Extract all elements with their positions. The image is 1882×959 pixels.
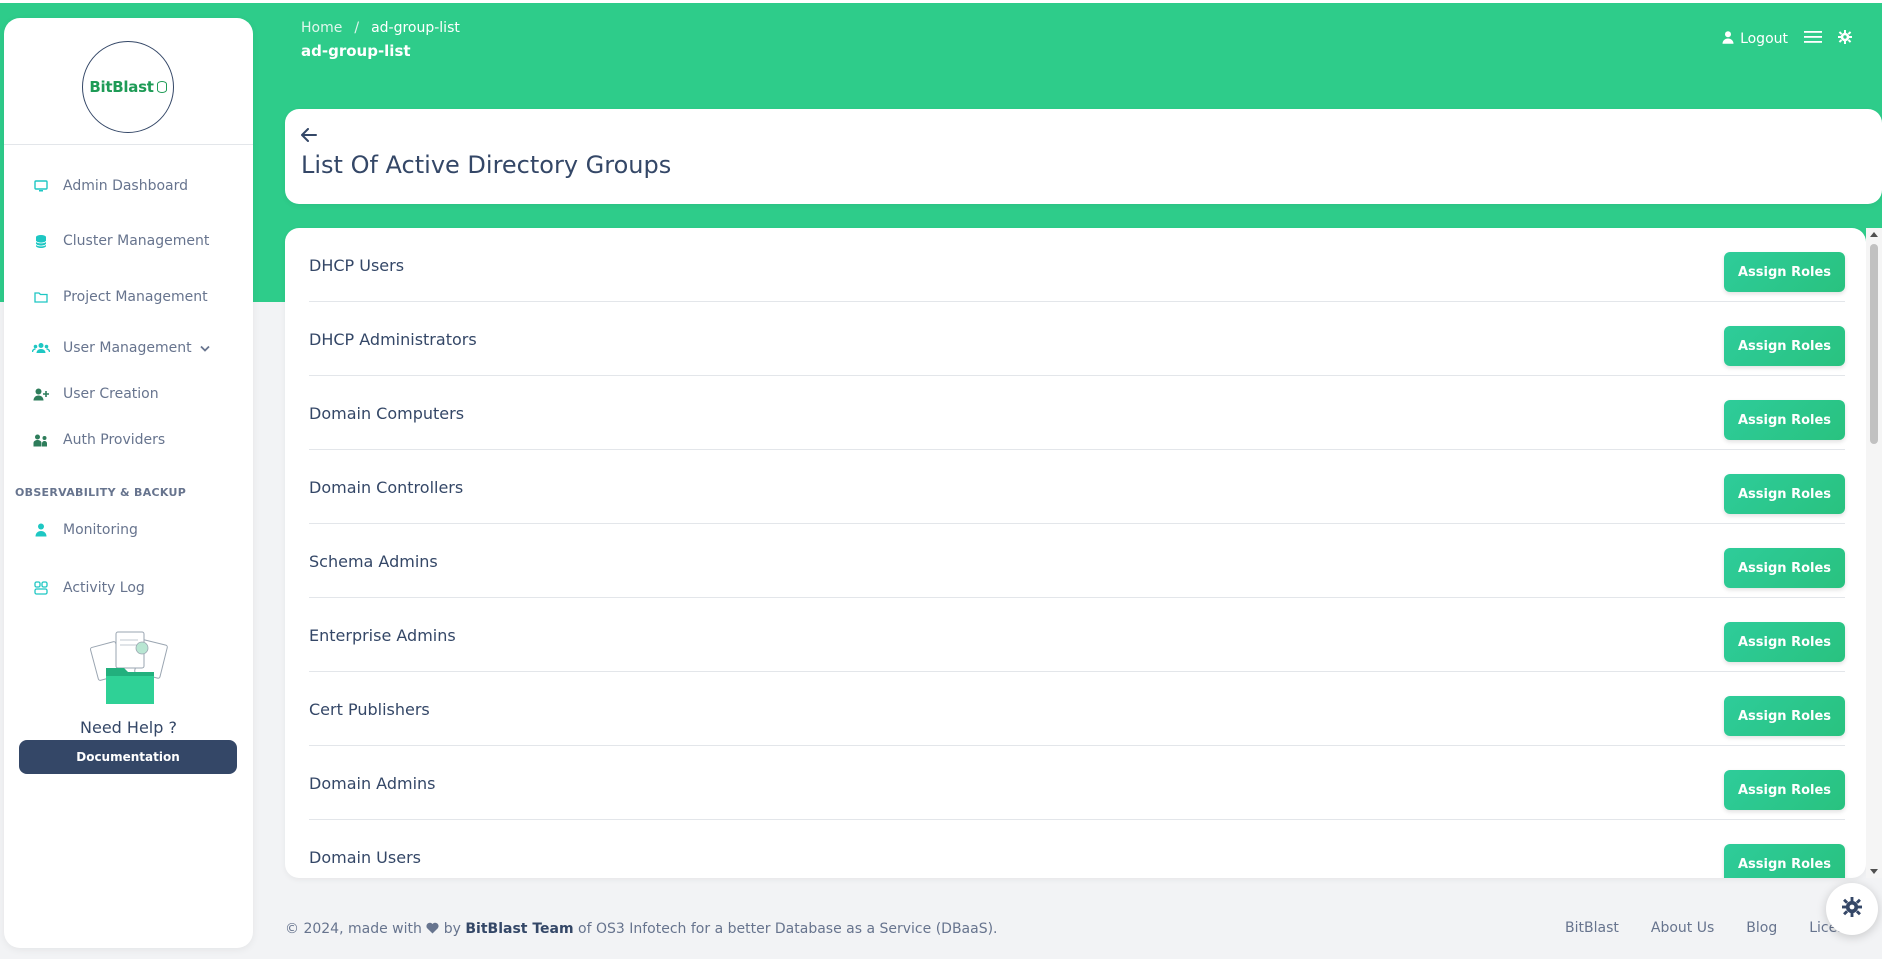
scrollbar[interactable] (1866, 228, 1882, 878)
scrollbar-thumb[interactable] (1870, 244, 1878, 444)
user-group-icon (32, 431, 50, 449)
user-icon (32, 521, 50, 539)
breadcrumb: Home / ad-group-list (301, 20, 460, 36)
database-icon (32, 232, 50, 250)
sidebar-item-label: Auth Providers (63, 432, 166, 448)
assign-roles-button[interactable]: Assign Roles (1724, 548, 1845, 588)
header-actions: Logout (1722, 30, 1852, 48)
group-name: Cert Publishers (309, 700, 430, 719)
list-item: Schema Admins Assign Roles (309, 524, 1845, 598)
assign-roles-button[interactable]: Assign Roles (1724, 252, 1845, 292)
group-name: DHCP Users (309, 256, 405, 275)
list-item: Domain Users Assign Roles (309, 820, 1845, 878)
sidebar-item-monitoring[interactable]: Monitoring (32, 518, 138, 542)
assign-roles-button[interactable]: Assign Roles (1724, 844, 1845, 878)
folder-icon (32, 288, 50, 306)
sidebar: BitBlast Admin Dashboard Cluster Managem… (4, 18, 253, 948)
assign-roles-button[interactable]: Assign Roles (1724, 770, 1845, 810)
scroll-up-arrow-icon[interactable] (1870, 232, 1878, 237)
sidebar-item-activity-log[interactable]: Activity Log (32, 576, 145, 600)
team-link[interactable]: BitBlast Team (465, 921, 573, 937)
group-name: DHCP Administrators (309, 330, 477, 349)
top-strip (0, 0, 1882, 3)
group-name: Domain Controllers (309, 478, 464, 497)
sidebar-item-label: Cluster Management (63, 233, 210, 249)
users-icon (32, 339, 50, 357)
copyright-prefix: © 2024, made with (285, 921, 422, 937)
back-arrow-icon[interactable] (301, 127, 319, 145)
group-name: Domain Computers (309, 404, 465, 423)
sidebar-item-project-management[interactable]: Project Management (32, 285, 208, 309)
list-item: DHCP Administrators Assign Roles (309, 302, 1845, 376)
footer-link-bitblast[interactable]: BitBlast (1565, 920, 1619, 936)
list-item: DHCP Users Assign Roles (309, 228, 1845, 302)
logout-button[interactable]: Logout (1722, 30, 1788, 48)
brand-logo[interactable]: BitBlast (82, 41, 174, 133)
footer-suffix: of OS3 Infotech for a better Database as… (578, 921, 998, 937)
assign-roles-button[interactable]: Assign Roles (1724, 622, 1845, 662)
section-label-observability: OBSERVABILITY & BACKUP (15, 486, 187, 499)
sidebar-item-cluster-management[interactable]: Cluster Management (32, 229, 209, 253)
sidebar-item-auth-providers[interactable]: Auth Providers (32, 428, 165, 452)
breadcrumb-current: ad-group-list (371, 20, 460, 36)
sidebar-divider (4, 144, 253, 145)
footer-by: by (443, 921, 461, 937)
sidebar-item-admin-dashboard[interactable]: Admin Dashboard (32, 174, 188, 198)
group-name: Domain Users (309, 848, 421, 867)
user-plus-icon (32, 385, 50, 403)
sidebar-item-label: User Management (63, 340, 192, 356)
footer-links: BitBlast About Us Blog License (1565, 920, 1862, 936)
page-title: ad-group-list (301, 42, 411, 60)
list-item: Domain Computers Assign Roles (309, 376, 1845, 450)
user-icon (1722, 30, 1734, 48)
list-item: Domain Controllers Assign Roles (309, 450, 1845, 524)
documentation-button[interactable]: Documentation (19, 740, 237, 774)
logout-label: Logout (1740, 31, 1788, 47)
ad-group-list: DHCP Users Assign Roles DHCP Administrat… (285, 228, 1866, 878)
sidebar-item-label: Monitoring (63, 522, 138, 538)
assign-roles-button[interactable]: Assign Roles (1724, 400, 1845, 440)
gear-icon (1842, 897, 1862, 921)
sidebar-item-label: Activity Log (63, 580, 145, 596)
chevron-down-icon (199, 343, 210, 353)
title-card: List Of Active Directory Groups (285, 109, 1882, 204)
group-name: Enterprise Admins (309, 626, 456, 645)
menu-icon[interactable] (1804, 30, 1822, 48)
footer-link-blog[interactable]: Blog (1746, 920, 1777, 936)
breadcrumb-home-link[interactable]: Home (301, 20, 342, 36)
list-item: Domain Admins Assign Roles (309, 746, 1845, 820)
help-illustration (84, 628, 176, 710)
activity-icon (32, 579, 50, 597)
scroll-down-arrow-icon[interactable] (1870, 869, 1878, 874)
breadcrumb-separator: / (354, 20, 360, 36)
sidebar-item-user-management[interactable]: User Management (32, 336, 210, 360)
heart-icon (426, 921, 439, 937)
logo-text: BitBlast (89, 78, 154, 96)
list-item: Cert Publishers Assign Roles (309, 672, 1845, 746)
group-name: Schema Admins (309, 552, 438, 571)
footer-copyright: © 2024, made with by BitBlast Team of OS… (285, 921, 998, 937)
card-title: List Of Active Directory Groups (301, 151, 672, 179)
group-name: Domain Admins (309, 774, 436, 793)
list-item: Enterprise Admins Assign Roles (309, 598, 1845, 672)
sidebar-item-user-creation[interactable]: User Creation (32, 382, 159, 406)
database-logo-icon (156, 81, 167, 93)
sidebar-item-label: User Creation (63, 386, 159, 402)
footer-link-about[interactable]: About Us (1651, 920, 1714, 936)
gear-icon[interactable] (1838, 30, 1852, 48)
sidebar-item-label: Project Management (63, 289, 208, 305)
settings-fab-button[interactable] (1826, 883, 1878, 935)
assign-roles-button[interactable]: Assign Roles (1724, 326, 1845, 366)
help-title: Need Help ? (80, 718, 177, 737)
assign-roles-button[interactable]: Assign Roles (1724, 696, 1845, 736)
sidebar-item-label: Admin Dashboard (63, 178, 189, 194)
assign-roles-button[interactable]: Assign Roles (1724, 474, 1845, 514)
monitor-icon (32, 177, 50, 195)
